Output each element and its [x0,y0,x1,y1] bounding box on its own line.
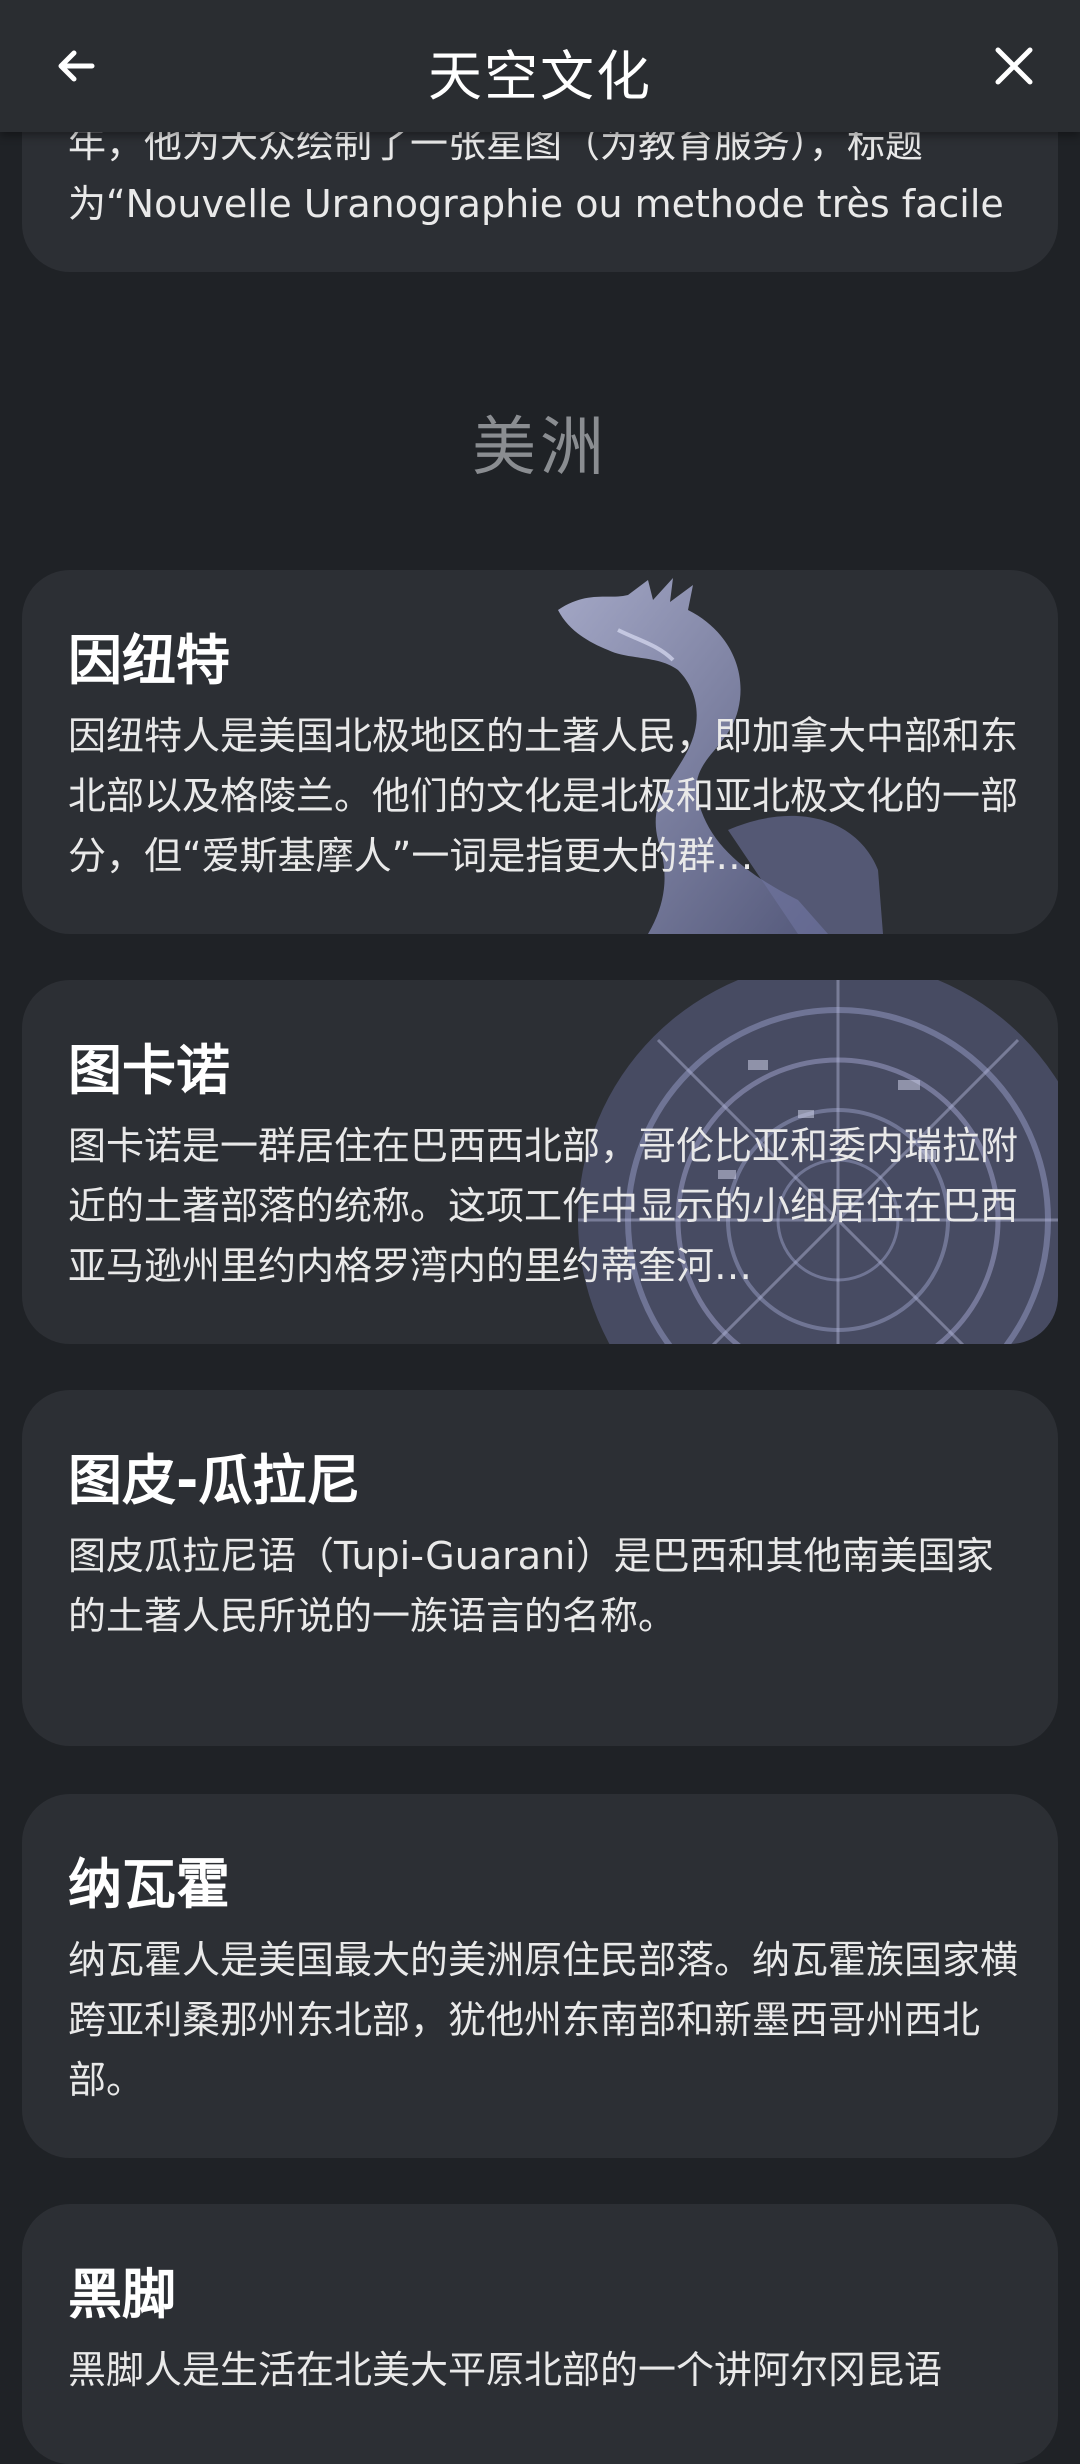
section-title-americas: 美洲 [472,411,608,485]
culture-card-tukano[interactable]: 图卡诺 图卡诺是一群居住在巴西西北部，哥伦比亚和委内瑞拉附近的土著部落的统称。这… [22,980,1058,1344]
card-description: 图卡诺是一群居住在巴西西北部，哥伦比亚和委内瑞拉附近的土著部落的统称。这项工作中… [68,1124,1019,1288]
close-icon [995,47,1033,85]
card-title: 图卡诺 [68,1039,230,1102]
culture-card-inuit[interactable]: 因纽特 因纽特人是美国北极地区的土著人民，即加拿大中部和东北部以及格陵兰。他们的… [22,570,1058,934]
card-title: 纳瓦霍 [68,1853,230,1916]
culture-card-navajo[interactable]: 纳瓦霍 纳瓦霍人是美国最大的美洲原住民部落。纳瓦霍族国家横跨亚利桑那州东北部，犹… [22,1794,1058,2158]
culture-card-blackfoot[interactable]: 黑脚 黑脚人是生活在北美大平原北部的一个讲阿尔冈昆语 [22,2204,1058,2464]
content-scroll[interactable]: 年，他为大众绘制了一张星图（为教育服务），标题为“Nouvelle Uranog… [0,0,1080,2464]
culture-card-tupi-guarani[interactable]: 图皮-瓜拉尼 图皮瓜拉尼语（Tupi-Guarani）是巴西和其他南美国家的土著… [22,1390,1058,1746]
card-description: 图皮瓜拉尼语（Tupi-Guarani）是巴西和其他南美国家的土著人民所说的一族… [68,1534,994,1638]
page-title: 天空文化 [428,44,652,108]
card-title: 图皮-瓜拉尼 [68,1449,361,1512]
card-description: 黑脚人是生活在北美大平原北部的一个讲阿尔冈昆语 [68,2348,943,2392]
card-title: 黑脚 [68,2263,176,2326]
card-title: 因纽特 [68,629,230,692]
close-button[interactable] [978,34,1050,98]
card-description: 因纽特人是美国北极地区的土著人民，即加拿大中部和东北部以及格陵兰。他们的文化是北… [68,714,1019,878]
app-bar: 天空文化 [0,0,1080,132]
card-description: 纳瓦霍人是美国最大的美洲原住民部落。纳瓦霍族国家横跨亚利桑那州东北部，犹他州东南… [68,1938,1019,2102]
